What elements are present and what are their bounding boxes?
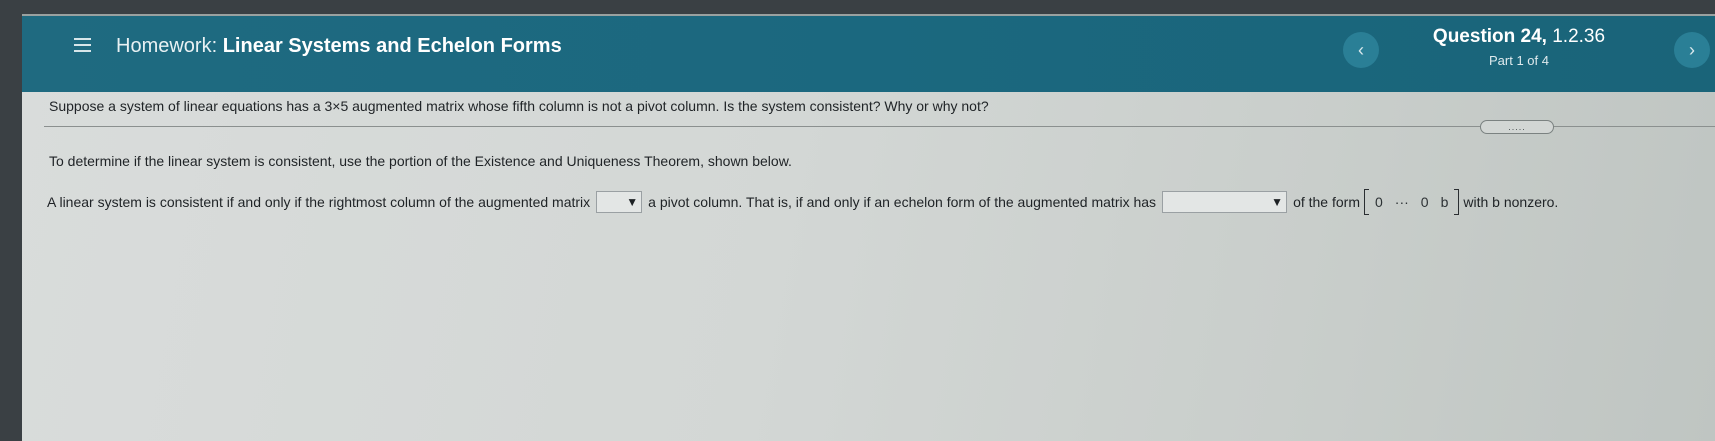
question-label: Question 24,	[1432, 26, 1547, 47]
answer-sentence: A linear system is consistent if and onl…	[47, 188, 1559, 216]
matrix-cell: b	[1440, 194, 1449, 210]
chevron-right-icon: ›	[1689, 39, 1695, 60]
homework-title: Homework: Linear Systems and Echelon For…	[116, 35, 562, 58]
answer-text-part1: A linear system is consistent if and onl…	[47, 194, 591, 210]
pivot-dropdown[interactable]: ▼	[596, 191, 643, 213]
answer-text-part2: a pivot column. That is, if and only if …	[648, 194, 1157, 210]
question-number: Question 24, 1.2.36	[1424, 26, 1614, 48]
previous-question-button[interactable]: ‹	[1343, 32, 1379, 68]
question-text: Suppose a system of linear equations has…	[49, 98, 989, 114]
row-dropdown[interactable]: ▼	[1162, 191, 1288, 213]
next-question-button[interactable]: ›	[1674, 32, 1710, 68]
question-id: 1.2.36	[1546, 26, 1606, 47]
divider	[44, 126, 1715, 127]
question-part: Part 1 of 4	[1489, 53, 1549, 68]
matrix-cell: 0	[1420, 194, 1429, 210]
matrix-cell: 0	[1374, 194, 1383, 210]
dropdown-arrow-icon: ▼	[626, 195, 639, 209]
row-matrix: 0 ··· 0 b	[1363, 188, 1460, 216]
hamburger-menu-icon[interactable]	[74, 38, 91, 52]
answer-text-part3: of the form	[1293, 194, 1360, 210]
homework-name: Linear Systems and Echelon Forms	[222, 35, 562, 57]
right-bracket	[1454, 189, 1460, 215]
intro-text: To determine if the linear system is con…	[49, 153, 792, 169]
matrix-cell: ···	[1394, 194, 1409, 210]
homework-prefix: Homework:	[116, 35, 223, 57]
matrix-cells: 0 ··· 0 b	[1369, 194, 1454, 210]
answer-text-part4: with b nonzero.	[1463, 194, 1559, 210]
question-info: Question 24, 1.2.36 Part 1 of 4	[1424, 26, 1614, 68]
expand-more-button[interactable]: .....	[1480, 120, 1554, 134]
header-bar: Homework: Linear Systems and Echelon For…	[22, 16, 1715, 92]
chevron-left-icon: ‹	[1358, 39, 1364, 60]
screen: Homework: Linear Systems and Echelon For…	[22, 14, 1715, 441]
dropdown-arrow-icon: ▼	[1271, 195, 1284, 209]
